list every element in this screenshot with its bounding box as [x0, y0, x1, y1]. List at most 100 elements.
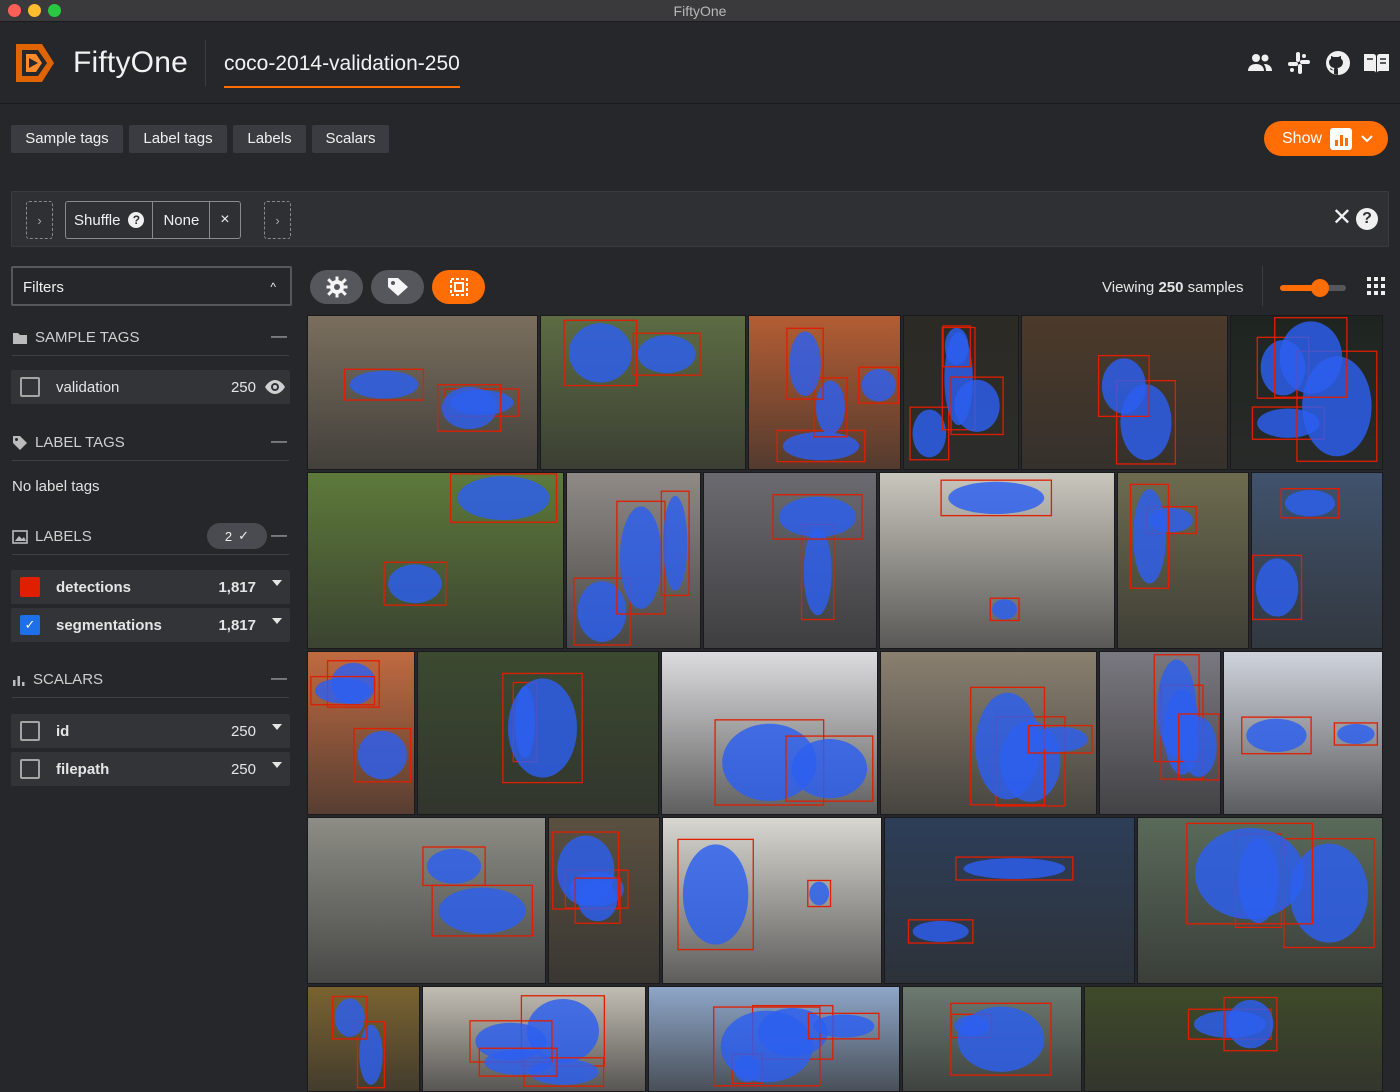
- sample-tile[interactable]: [1117, 472, 1249, 649]
- scalar-row-filepath[interactable]: filepath 250: [11, 752, 290, 786]
- tab-sample-tags[interactable]: Sample tags: [11, 125, 123, 153]
- sample-tile[interactable]: [884, 817, 1135, 984]
- sample-tile[interactable]: [1099, 651, 1221, 815]
- sample-tile[interactable]: [307, 986, 420, 1092]
- remove-stage-button[interactable]: ×: [210, 202, 239, 238]
- sample-tile[interactable]: [879, 472, 1115, 649]
- github-icon[interactable]: [1324, 50, 1351, 76]
- collapse-icon[interactable]: —: [271, 670, 287, 688]
- sample-overlay: [1186, 822, 1375, 949]
- segmentation-mask: [975, 692, 1040, 800]
- add-stage-before-button[interactable]: ›: [26, 201, 53, 239]
- tag-button[interactable]: [371, 270, 424, 304]
- collapse-icon[interactable]: —: [271, 328, 287, 346]
- sample-overlay: [772, 494, 863, 621]
- tag-icon: [387, 278, 408, 296]
- help-icon[interactable]: ?: [128, 212, 145, 228]
- sample-tile[interactable]: [662, 817, 882, 984]
- sample-tile[interactable]: [661, 651, 878, 815]
- sample-tile[interactable]: [566, 472, 701, 649]
- slack-icon[interactable]: [1285, 50, 1312, 76]
- filters-dropdown[interactable]: Filters ^: [11, 266, 292, 306]
- sample-overlay: [502, 672, 583, 784]
- selected-labels-pill[interactable]: 2 ✓: [207, 523, 267, 549]
- sample-tile[interactable]: [1084, 986, 1383, 1092]
- docs-book-icon[interactable]: [1363, 50, 1390, 76]
- tab-label-tags[interactable]: Label tags: [129, 125, 227, 153]
- section-sample-tags[interactable]: SAMPLE TAGS —: [12, 320, 289, 356]
- sample-tile[interactable]: [1230, 315, 1383, 470]
- fiftyone-logo-icon[interactable]: [12, 40, 58, 86]
- segmentation-mask: [578, 880, 618, 922]
- expand-caret-icon[interactable]: [272, 724, 282, 730]
- sample-tile[interactable]: [748, 315, 901, 470]
- checkmark-icon: ✓: [238, 528, 250, 543]
- sample-tile[interactable]: [903, 315, 1019, 470]
- sample-tile[interactable]: [648, 986, 900, 1092]
- stage-name[interactable]: Shuffle ?: [66, 202, 154, 238]
- section-scalars[interactable]: SCALARS —: [12, 662, 289, 698]
- collapse-icon[interactable]: —: [271, 433, 287, 451]
- grid-layout-icon[interactable]: [1367, 277, 1385, 295]
- zoom-slider-thumb[interactable]: [1311, 279, 1329, 297]
- sample-overlay: [310, 660, 412, 783]
- segmentation-mask: [438, 887, 526, 934]
- sample-tile[interactable]: [1137, 817, 1383, 984]
- sample-tile[interactable]: [1251, 472, 1383, 649]
- sample-tile[interactable]: [417, 651, 659, 815]
- segmentation-mask: [1133, 489, 1166, 584]
- add-stage-after-button[interactable]: ›: [264, 201, 291, 239]
- show-plots-button[interactable]: Show: [1264, 121, 1388, 156]
- label-row-detections[interactable]: detections 1,817: [11, 570, 290, 604]
- team-icon[interactable]: [1246, 50, 1273, 76]
- label-row-segmentations[interactable]: ✓ segmentations 1,817: [11, 608, 290, 642]
- settings-button[interactable]: [310, 270, 363, 304]
- sample-tile[interactable]: [422, 986, 646, 1092]
- segmentation-mask: [1289, 843, 1369, 943]
- sample-tile[interactable]: [880, 651, 1097, 815]
- expand-caret-icon[interactable]: [272, 580, 282, 586]
- checkbox[interactable]: [20, 577, 40, 597]
- view-stage-shuffle[interactable]: Shuffle ? None ×: [65, 201, 241, 239]
- patches-button[interactable]: [432, 270, 485, 304]
- segmentation-mask: [778, 496, 857, 538]
- tag-icon: [13, 435, 27, 450]
- sample-tile[interactable]: [902, 986, 1082, 1092]
- segmentation-mask: [809, 881, 830, 906]
- sample-tile[interactable]: [307, 472, 564, 649]
- app-header: FiftyOne coco-2014-validation-250: [0, 22, 1400, 104]
- section-labels[interactable]: LABELS 2 ✓ —: [12, 519, 289, 555]
- segmentation-mask: [912, 409, 947, 458]
- checkbox[interactable]: [20, 759, 40, 779]
- stage-param-value[interactable]: None: [153, 202, 211, 238]
- sample-tile[interactable]: [307, 315, 538, 470]
- checkbox[interactable]: [20, 377, 40, 397]
- expand-caret-icon[interactable]: [272, 762, 282, 768]
- tab-scalars[interactable]: Scalars: [312, 125, 389, 153]
- dataset-selector[interactable]: coco-2014-validation-250: [224, 52, 460, 88]
- zoom-slider[interactable]: [1280, 279, 1346, 297]
- sample-tile[interactable]: [307, 817, 546, 984]
- scalar-field-name: id: [56, 722, 70, 740]
- tab-labels[interactable]: Labels: [233, 125, 306, 153]
- collapse-icon[interactable]: —: [271, 527, 287, 545]
- sample-tile[interactable]: [307, 651, 415, 815]
- expand-caret-icon[interactable]: [272, 618, 282, 624]
- patches-icon: [449, 278, 468, 296]
- sample-tile[interactable]: [548, 817, 660, 984]
- checkbox[interactable]: ✓: [20, 615, 40, 635]
- sample-tile[interactable]: [1021, 315, 1228, 470]
- checkbox[interactable]: [20, 721, 40, 741]
- sample-tag-row-validation[interactable]: validation 250: [11, 370, 290, 404]
- bar-chart-icon: [13, 675, 25, 686]
- view-help-icon[interactable]: ?: [1356, 208, 1378, 230]
- sample-tile[interactable]: [540, 315, 746, 470]
- sample-tile[interactable]: [1223, 651, 1383, 815]
- scalar-row-id[interactable]: id 250: [11, 714, 290, 748]
- sample-overlay: [552, 831, 629, 924]
- sample-tile[interactable]: [703, 472, 877, 649]
- segmentation-mask: [1279, 321, 1343, 394]
- eye-icon[interactable]: [264, 378, 286, 396]
- clear-view-icon[interactable]: ✕: [1332, 206, 1352, 230]
- section-label-tags[interactable]: LABEL TAGS —: [12, 425, 289, 461]
